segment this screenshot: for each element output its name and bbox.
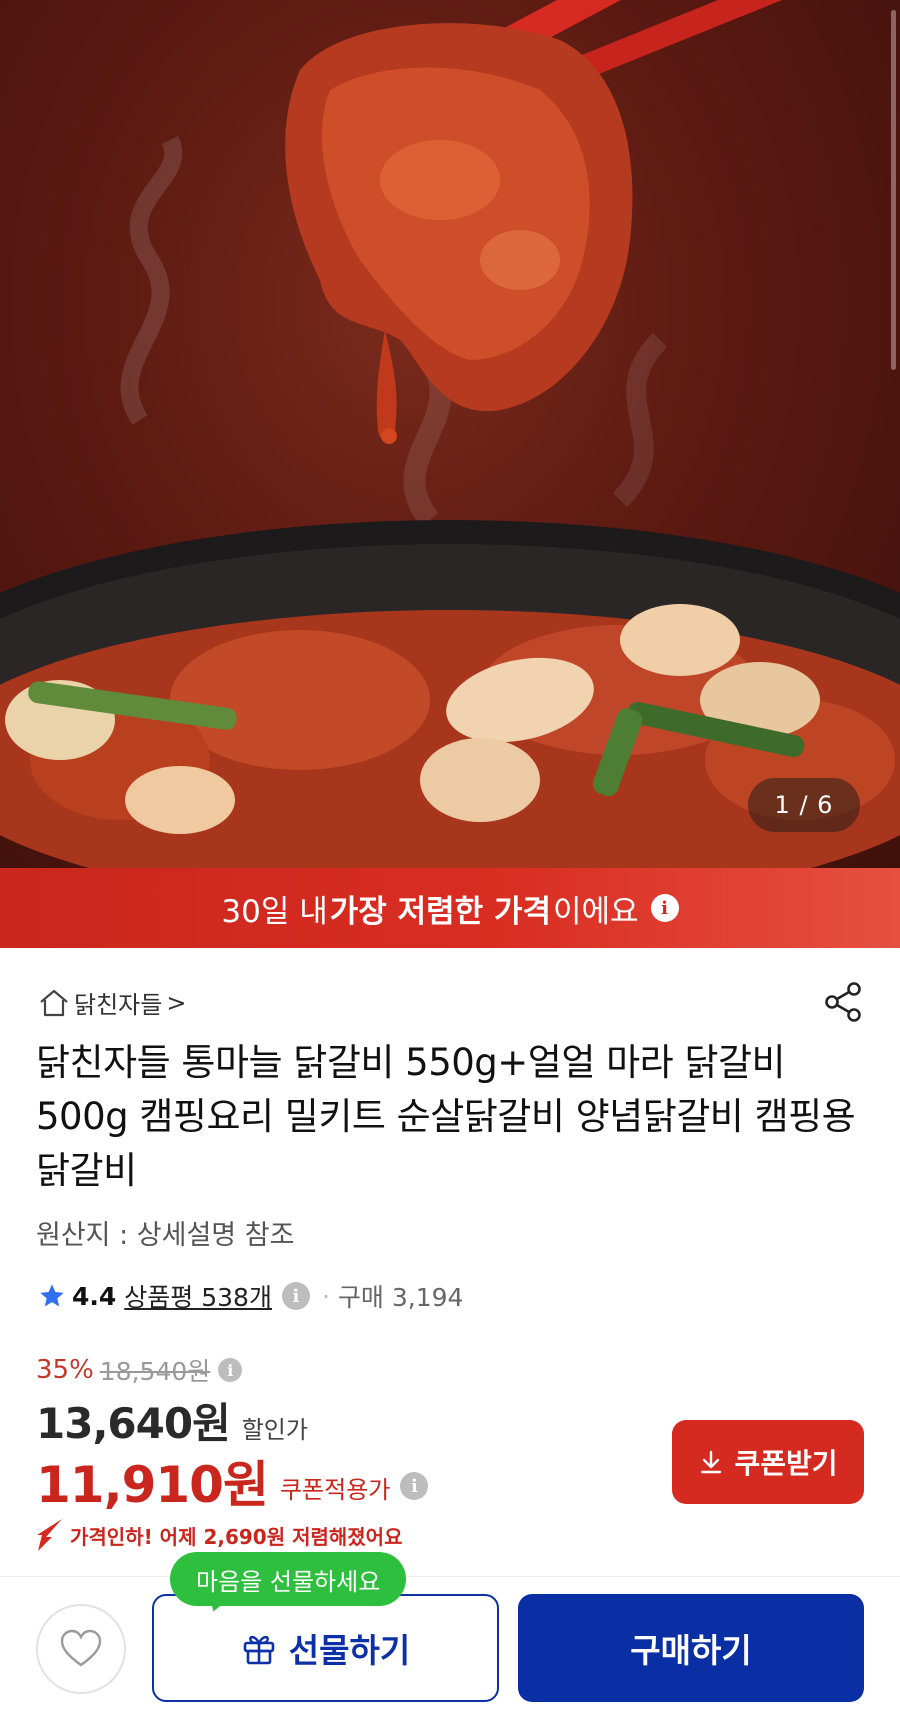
price-drop-notice: 가격인하! 어제 2,690원 저렴해졌어요 (36, 1517, 402, 1553)
original-price: 18,540원 (99, 1357, 211, 1386)
info-icon[interactable]: i (650, 894, 679, 922)
image-scrollbar[interactable] (891, 10, 896, 370)
rating-info-icon[interactable]: i (281, 1282, 310, 1310)
gift-button-label: 선물하기 (288, 1631, 411, 1670)
rating-score: 4.4 (72, 1281, 117, 1311)
product-image[interactable]: 1 / 6 (0, 0, 900, 868)
banner-text-bold: 가장 저렴한 가격 (329, 893, 551, 930)
purchase-count: 구매 3,194 (337, 1283, 464, 1312)
separator-dot: · (321, 1281, 330, 1311)
coupon-price: 11,910원 (36, 1456, 269, 1514)
wishlist-button[interactable] (36, 1604, 126, 1694)
download-icon (701, 1450, 722, 1474)
chevron-right-icon: > (166, 988, 187, 1017)
heart-icon (60, 1629, 102, 1667)
discount-percent: 35% (36, 1355, 94, 1385)
bottom-divider (0, 1576, 900, 1577)
banner-text-post: 이에요 (553, 893, 639, 930)
sale-price-label: 할인가 (241, 1416, 308, 1444)
coupon-price-label: 쿠폰적용가 (279, 1475, 391, 1504)
store-name: 닭친자들 (74, 991, 163, 1019)
get-coupon-button[interactable]: 쿠폰받기 (672, 1420, 864, 1504)
sale-price-row: 13,640원 할인가 (36, 1390, 308, 1451)
sale-price: 13,640원 (36, 1399, 231, 1448)
gallery-counter: 1 / 6 (748, 778, 860, 832)
coupon-info-icon[interactable]: i (400, 1472, 429, 1500)
review-count-link[interactable]: 상품평 538개 (124, 1278, 272, 1314)
gift-button[interactable]: 선물하기 (152, 1594, 499, 1702)
price-info-icon[interactable]: i (218, 1358, 243, 1382)
buy-button[interactable]: 구매하기 (518, 1594, 864, 1702)
banner-text-pre: 30일 내 (221, 893, 328, 930)
store-link[interactable]: 닭친자들 > (38, 985, 186, 1020)
star-icon (40, 1284, 64, 1307)
product-origin: 원산지 : 상세설명 참조 (36, 1220, 295, 1251)
food-illustration (0, 0, 900, 868)
price-down-arrow-icon (37, 1519, 62, 1551)
share-icon[interactable] (822, 980, 866, 1024)
product-title: 닭친자들 통마늘 닭갈비 550g+얼얼 마라 닭갈비 500g 캠핑요리 밀키… (36, 1041, 856, 1192)
discount-row: 35% 18,540원 i (36, 1352, 243, 1388)
coupon-price-row: 11,910원 쿠폰적용가 i (36, 1445, 429, 1517)
rating-row: 4.4 상품평 538개 i · 구매 3,194 (38, 1278, 463, 1314)
get-coupon-label: 쿠폰받기 (734, 1448, 838, 1479)
home-icon (40, 989, 68, 1016)
lowest-price-banner: 30일 내 가장 저렴한 가격 이에요 i (0, 868, 900, 948)
price-drop-text: 가격인하! 어제 2,690원 저렴해졌어요 (70, 1524, 403, 1549)
gift-icon (243, 1635, 275, 1665)
gift-tooltip: 마음을 선물하세요 (170, 1552, 407, 1606)
